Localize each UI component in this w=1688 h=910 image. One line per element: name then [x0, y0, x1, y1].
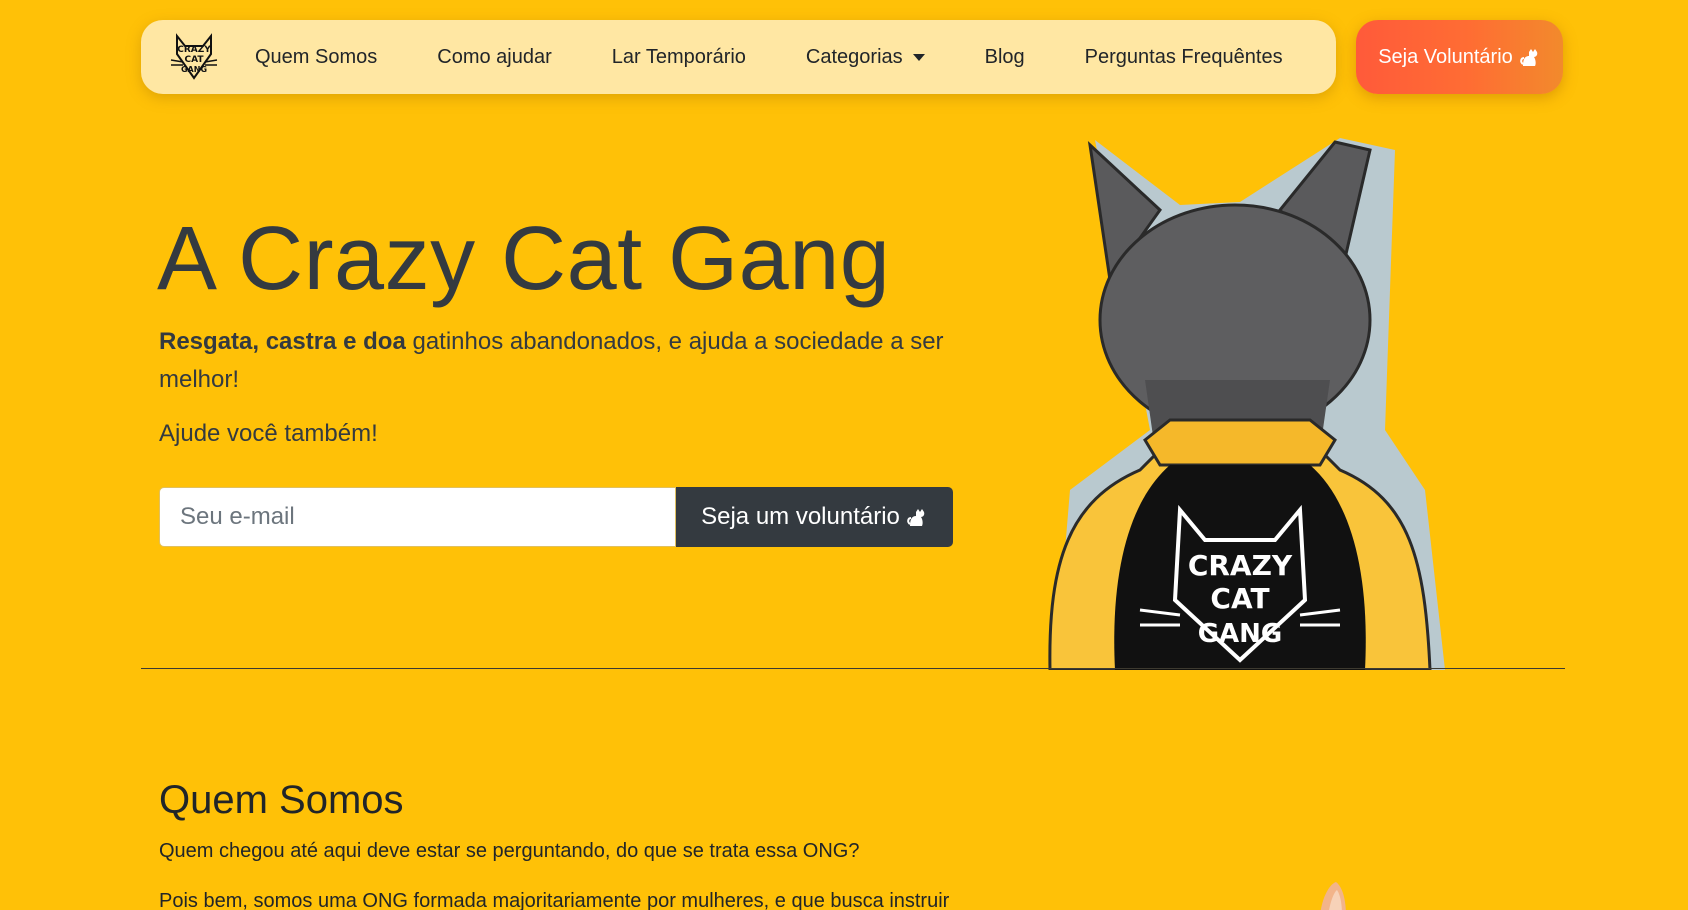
hero-lead: Resgata, castra e doa gatinhos abandonad… — [159, 323, 949, 399]
hero-lead-bold: Resgata, castra e doa — [159, 328, 406, 355]
crazy-cat-gang-logo[interactable]: CRAZY CAT GANG — [169, 32, 219, 82]
caret-down-icon — [912, 53, 925, 61]
cat-in-jacket-illustration: CRAZY CAT GANG — [1048, 138, 1445, 670]
nav-link-blog[interactable]: Blog — [955, 46, 1055, 69]
hero-title: A Crazy Cat Gang — [157, 209, 891, 309]
svg-text:GANG: GANG — [1198, 619, 1283, 649]
email-input[interactable] — [159, 487, 676, 547]
navbar: CRAZY CAT GANG Quem Somos Como ajudar La… — [141, 20, 1336, 94]
svg-text:GANG: GANG — [181, 65, 207, 74]
nav-link-lar-temporario[interactable]: Lar Temporário — [582, 46, 776, 69]
cat-ear-illustration — [1320, 882, 1346, 910]
nav-link-como-ajudar[interactable]: Como ajudar — [407, 46, 582, 69]
volunteer-nav-label: Seja Voluntário — [1378, 45, 1513, 68]
nav-dropdown-categorias[interactable]: Categorias — [776, 46, 955, 69]
nav-links: Quem Somos Como ajudar Lar Temporário Ca… — [255, 20, 1313, 94]
cat-icon — [907, 509, 925, 526]
about-title: Quem Somos — [159, 778, 404, 822]
cat-icon — [1519, 49, 1538, 66]
nav-dropdown-label: Categorias — [805, 45, 903, 68]
svg-text:CAT: CAT — [184, 55, 204, 65]
volunteer-submit-button[interactable]: Seja um voluntário — [676, 487, 953, 547]
volunteer-nav-button[interactable]: Seja Voluntário — [1356, 20, 1563, 94]
about-paragraph-2: Pois bem, somos uma ONG formada majorita… — [159, 890, 950, 910]
nav-link-quem-somos[interactable]: Quem Somos — [255, 46, 407, 69]
svg-text:CAT: CAT — [1210, 582, 1269, 615]
svg-text:CRAZY: CRAZY — [1188, 549, 1293, 582]
hero-help-text: Ajude você também! — [159, 420, 378, 447]
volunteer-submit-label: Seja um voluntário — [701, 503, 900, 530]
svg-text:CRAZY: CRAZY — [177, 45, 211, 55]
about-paragraph-1: Quem chegou até aqui deve estar se pergu… — [159, 840, 860, 862]
section-divider — [141, 668, 1565, 669]
nav-link-perguntas-frequentes[interactable]: Perguntas Frequêntes — [1055, 46, 1313, 69]
volunteer-signup-form: Seja um voluntário — [159, 487, 953, 547]
